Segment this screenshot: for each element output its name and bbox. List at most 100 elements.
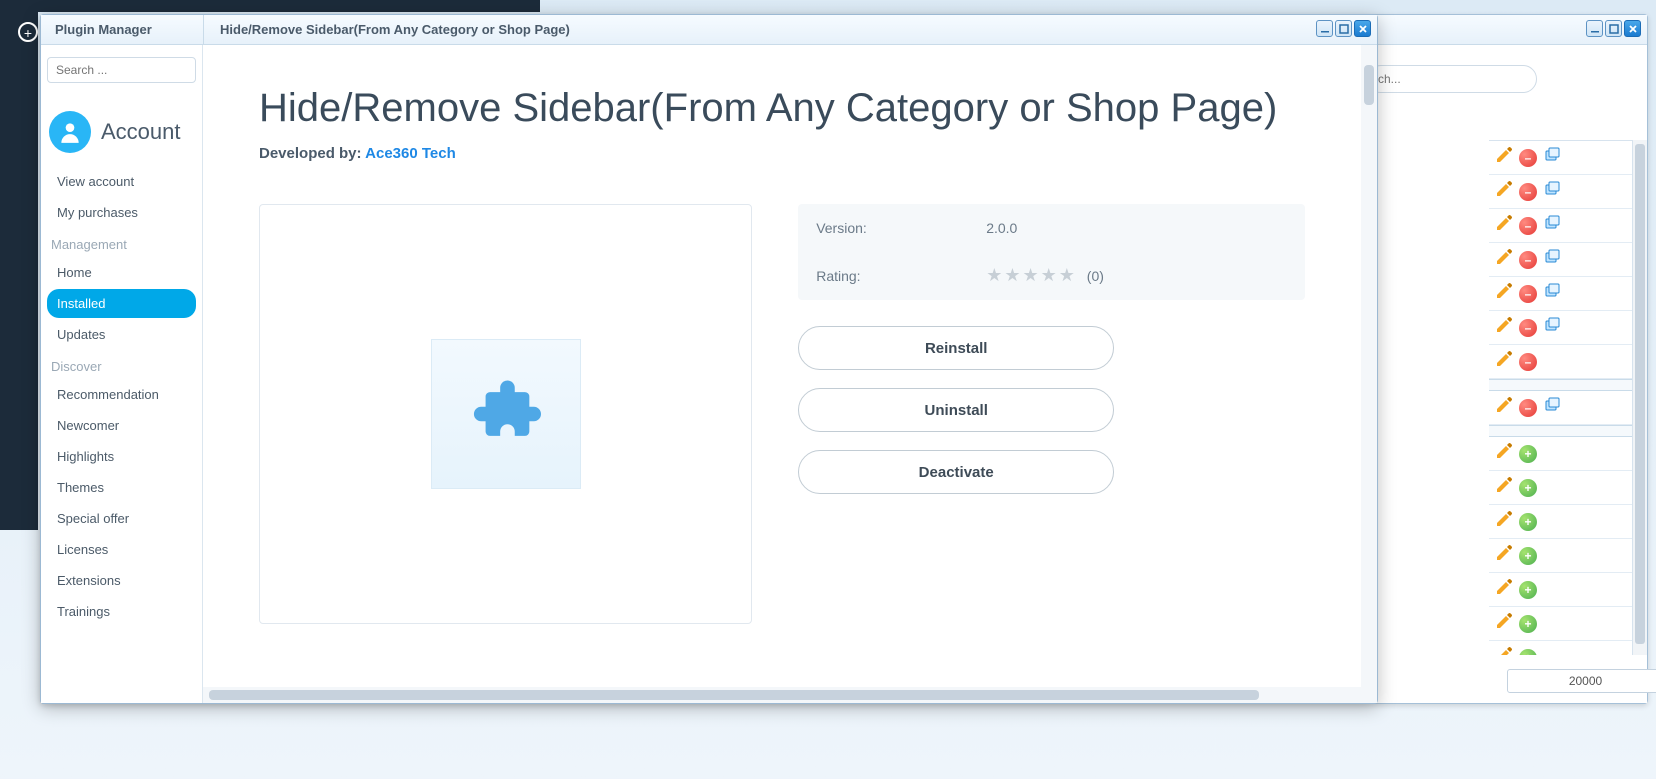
edit-button[interactable] bbox=[1495, 612, 1513, 635]
edit-button[interactable] bbox=[1495, 282, 1513, 305]
sidebar-item-trainings[interactable]: Trainings bbox=[47, 597, 196, 626]
uninstall-button[interactable]: Uninstall bbox=[798, 388, 1114, 432]
sidebar-item-updates[interactable]: Updates bbox=[47, 320, 196, 349]
remove-icon[interactable]: – bbox=[1519, 353, 1537, 371]
edit-button[interactable] bbox=[1495, 442, 1513, 465]
remove-icon[interactable]: – bbox=[1519, 251, 1537, 269]
row-separator bbox=[1489, 425, 1643, 437]
pm-window-close[interactable] bbox=[1354, 20, 1371, 37]
edit-button[interactable] bbox=[1495, 510, 1513, 533]
sidebar-item-themes[interactable]: Themes bbox=[47, 473, 196, 502]
plugin-info-box: Version: 2.0.0 Rating: ★★★★★ (0) bbox=[798, 204, 1305, 300]
add-icon[interactable]: + bbox=[18, 22, 38, 42]
developer-link[interactable]: Ace360 Tech bbox=[365, 145, 456, 162]
duplicate-button[interactable] bbox=[1543, 248, 1561, 271]
duplicate-button[interactable] bbox=[1543, 146, 1561, 169]
duplicate-button[interactable] bbox=[1543, 180, 1561, 203]
sidebar-item-installed[interactable]: Installed bbox=[47, 289, 196, 318]
duplicate-button[interactable] bbox=[1543, 316, 1561, 339]
bg-scrollbar-vertical[interactable] bbox=[1632, 140, 1647, 655]
pencil-icon bbox=[1495, 350, 1513, 368]
pm-scroll-thumb-y[interactable] bbox=[1364, 65, 1374, 105]
remove-icon[interactable]: – bbox=[1519, 319, 1537, 337]
bg-scroll-thumb[interactable] bbox=[1635, 144, 1645, 644]
rating-label: Rating: bbox=[816, 268, 986, 284]
pencil-icon bbox=[1495, 510, 1513, 528]
duplicate-icon bbox=[1543, 146, 1561, 164]
edit-button[interactable] bbox=[1495, 578, 1513, 601]
pencil-icon bbox=[1495, 316, 1513, 334]
puzzle-icon bbox=[471, 379, 541, 449]
duplicate-button[interactable] bbox=[1543, 396, 1561, 419]
action-row: + bbox=[1489, 437, 1643, 471]
sidebar-item-extensions[interactable]: Extensions bbox=[47, 566, 196, 595]
backdrop-top-strip bbox=[0, 0, 540, 12]
sidebar-item-newcomer[interactable]: Newcomer bbox=[47, 411, 196, 440]
deactivate-button[interactable]: Deactivate bbox=[798, 450, 1114, 494]
action-row: – bbox=[1489, 311, 1643, 345]
action-row: – bbox=[1489, 209, 1643, 243]
edit-button[interactable] bbox=[1495, 180, 1513, 203]
add-icon[interactable]: + bbox=[1519, 649, 1537, 656]
pencil-icon bbox=[1495, 442, 1513, 460]
sidebar-item-home[interactable]: Home bbox=[47, 258, 196, 287]
pm-scroll-thumb-x[interactable] bbox=[209, 690, 1259, 700]
remove-icon[interactable]: – bbox=[1519, 149, 1537, 167]
backdrop-left-strip bbox=[0, 0, 38, 530]
pm-window-maximize[interactable] bbox=[1335, 20, 1352, 37]
add-icon[interactable]: + bbox=[1519, 479, 1537, 497]
bg-search-field[interactable] bbox=[1367, 65, 1537, 93]
edit-button[interactable] bbox=[1495, 350, 1513, 373]
sidebar-item-special-offer[interactable]: Special offer bbox=[47, 504, 196, 533]
add-icon[interactable]: + bbox=[1519, 547, 1537, 565]
edit-button[interactable] bbox=[1495, 248, 1513, 271]
bg-window-minimize[interactable] bbox=[1586, 20, 1603, 37]
add-icon[interactable]: + bbox=[1519, 445, 1537, 463]
action-row: – bbox=[1489, 175, 1643, 209]
pencil-icon bbox=[1495, 180, 1513, 198]
action-row: – bbox=[1489, 243, 1643, 277]
edit-button[interactable] bbox=[1495, 316, 1513, 339]
duplicate-icon bbox=[1543, 248, 1561, 266]
developed-by-label: Developed by: bbox=[259, 145, 365, 162]
pm-scrollbar-horizontal[interactable] bbox=[203, 687, 1361, 703]
action-row: – bbox=[1489, 277, 1643, 311]
action-row: – bbox=[1489, 391, 1643, 425]
edit-button[interactable] bbox=[1495, 544, 1513, 567]
sidebar-item-highlights[interactable]: Highlights bbox=[47, 442, 196, 471]
edit-button[interactable] bbox=[1495, 146, 1513, 169]
action-row: + bbox=[1489, 607, 1643, 641]
pm-search-input[interactable] bbox=[47, 57, 196, 83]
action-row: – bbox=[1489, 141, 1643, 175]
sidebar-item-recommendation[interactable]: Recommendation bbox=[47, 380, 196, 409]
sidebar-item-view-account[interactable]: View account bbox=[47, 167, 196, 196]
bg-window-close[interactable] bbox=[1624, 20, 1641, 37]
remove-icon[interactable]: – bbox=[1519, 399, 1537, 417]
remove-icon[interactable]: – bbox=[1519, 183, 1537, 201]
pm-scroll-corner bbox=[1361, 687, 1377, 703]
bg-search-input[interactable] bbox=[1367, 65, 1537, 93]
edit-button[interactable] bbox=[1495, 646, 1513, 655]
add-icon[interactable]: + bbox=[1519, 615, 1537, 633]
bg-window-maximize[interactable] bbox=[1605, 20, 1622, 37]
sidebar-item-licenses[interactable]: Licenses bbox=[47, 535, 196, 564]
plugin-name-heading: Hide/Remove Sidebar(From Any Category or… bbox=[259, 85, 1305, 131]
edit-button[interactable] bbox=[1495, 476, 1513, 499]
add-icon[interactable]: + bbox=[1519, 513, 1537, 531]
duplicate-button[interactable] bbox=[1543, 282, 1561, 305]
plugin-thumbnail-card bbox=[259, 204, 752, 624]
add-icon[interactable]: + bbox=[1519, 581, 1537, 599]
duplicate-button[interactable] bbox=[1543, 214, 1561, 237]
pencil-icon bbox=[1495, 612, 1513, 630]
bg-number-stepper[interactable] bbox=[1507, 669, 1637, 693]
sidebar-item-my-purchases[interactable]: My purchases bbox=[47, 198, 196, 227]
pm-window-minimize[interactable] bbox=[1316, 20, 1333, 37]
account-header: Account bbox=[49, 111, 196, 153]
edit-button[interactable] bbox=[1495, 396, 1513, 419]
edit-button[interactable] bbox=[1495, 214, 1513, 237]
remove-icon[interactable]: – bbox=[1519, 217, 1537, 235]
bg-number-input[interactable] bbox=[1507, 669, 1656, 693]
remove-icon[interactable]: – bbox=[1519, 285, 1537, 303]
reinstall-button[interactable]: Reinstall bbox=[798, 326, 1114, 370]
pm-scrollbar-vertical[interactable] bbox=[1361, 45, 1377, 687]
